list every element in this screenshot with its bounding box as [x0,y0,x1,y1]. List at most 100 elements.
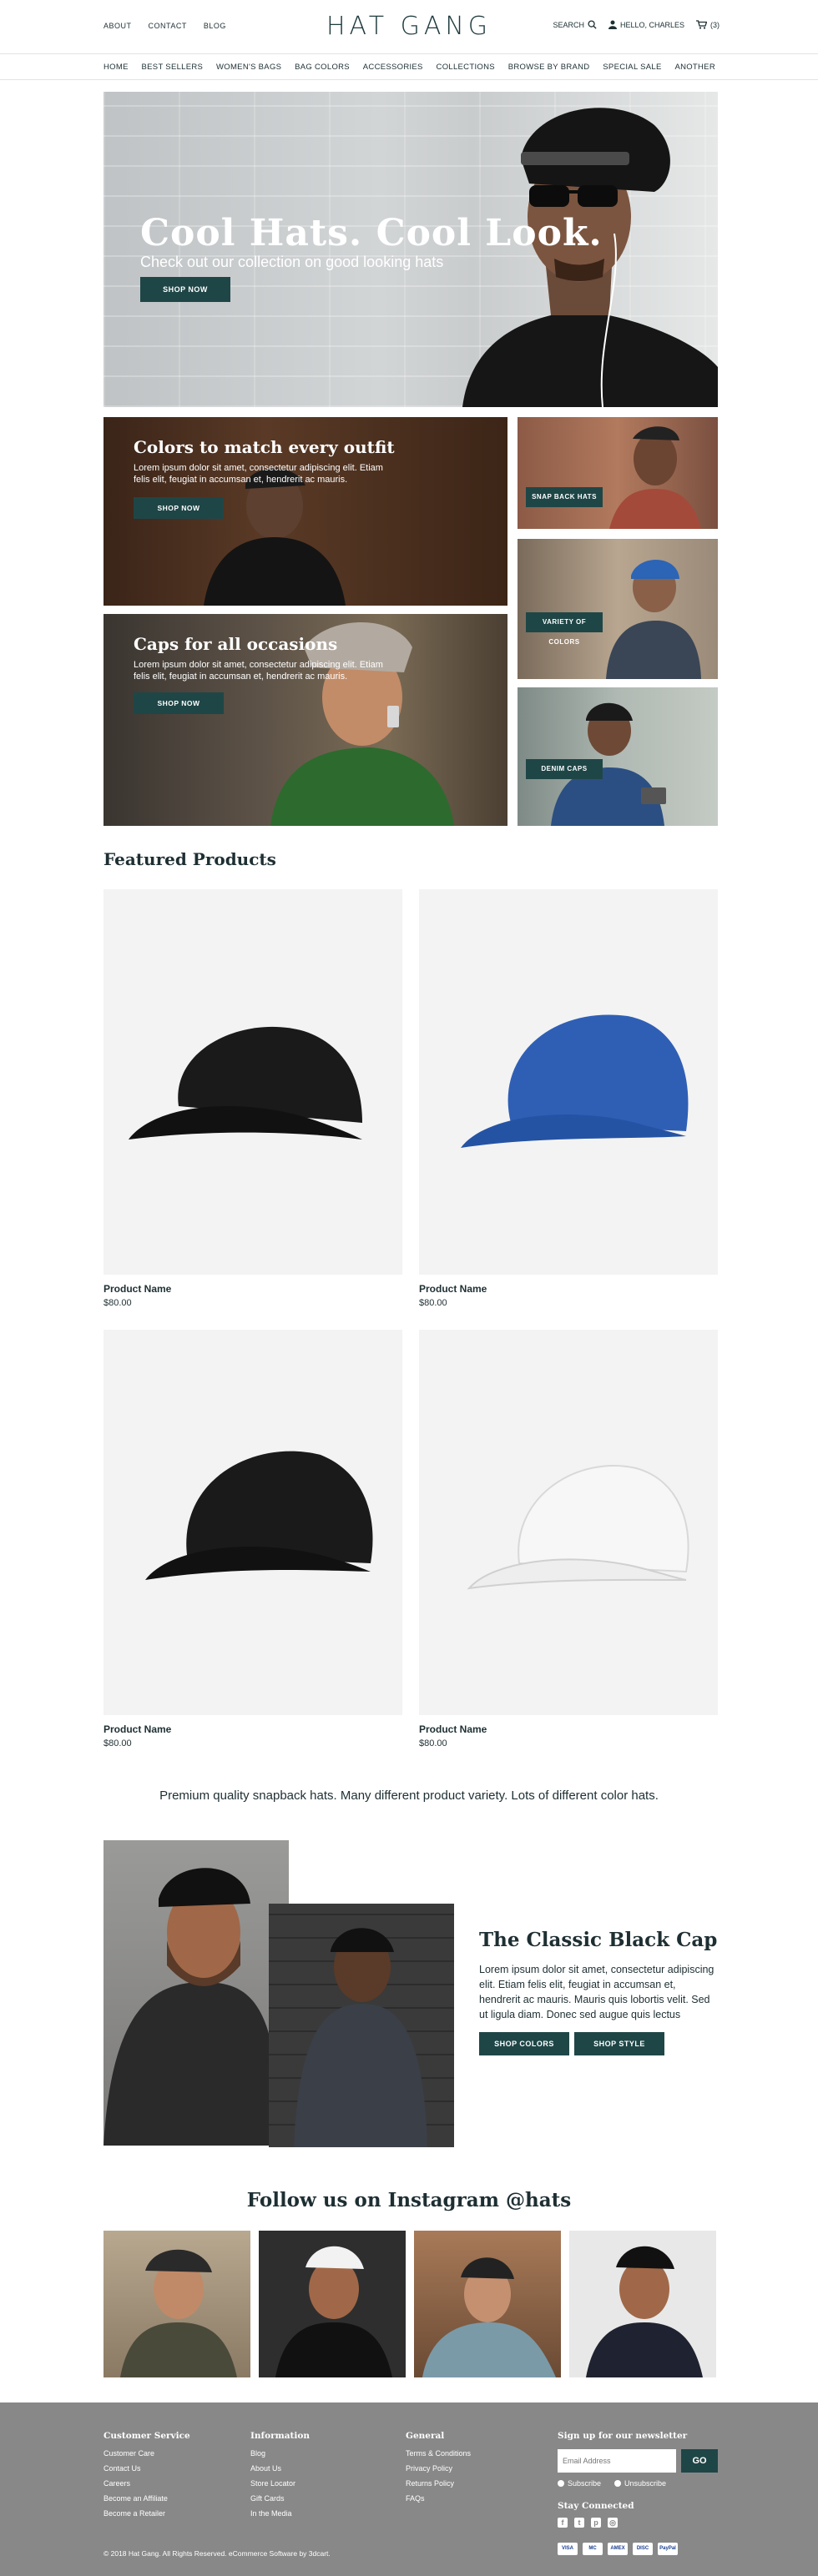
hero-banner: Cool Hats. Cool Look. Check out our coll… [104,92,718,407]
pinterest-icon[interactable]: p [591,2518,601,2528]
footer-link[interactable]: Privacy Policy [406,2461,471,2476]
instagram-title: Follow us on Instagram @hats [246,2189,572,2211]
product-image[interactable] [419,889,718,1275]
facebook-icon[interactable]: f [558,2518,568,2528]
footer-link[interactable]: Become a Retailer [104,2506,190,2521]
tile-colors-shop-now-button[interactable]: SHOP NOW [134,497,224,519]
footer-link[interactable]: In the Media [250,2506,310,2521]
classic-title: The Classic Black Cap [479,1929,718,1951]
nav-best-sellers[interactable]: BEST SELLERS [142,63,204,72]
mastercard-icon: MC [583,2543,603,2555]
shop-style-button[interactable]: SHOP STYLE [574,2032,664,2055]
instagram-photo[interactable] [414,2231,561,2377]
product-card[interactable]: Product Name $80.00 [104,1330,402,1748]
cap-image [461,1014,689,1148]
subscribe-label: Subscribe [568,2479,602,2488]
nav-accessories[interactable]: ACCESSORIES [363,63,423,72]
user-icon [608,20,617,29]
product-image[interactable] [419,1330,718,1715]
denim-caps-button[interactable]: DENIM CAPS [526,759,603,779]
product-name[interactable]: Product Name [104,1723,171,1735]
nav-bag-colors[interactable]: BAG COLORS [295,63,350,72]
instagram-photo[interactable] [569,2231,716,2377]
account-button[interactable]: HELLO, CHARLES [608,20,684,29]
product-card[interactable]: Product Name $80.00 [419,1330,718,1748]
instagram-photo-image [120,2249,237,2377]
product-name[interactable]: Product Name [419,1283,487,1295]
payment-cards: VISA MC AMEX DISC PayPal [558,2543,678,2555]
product-price: $80.00 [419,1738,447,1748]
footer-newsletter: Sign up for our newsletter [558,2431,687,2446]
paypal-icon: PayPal [658,2543,678,2555]
hero-title: Cool Hats. Cool Look. [140,212,603,254]
tile-denim[interactable]: DENIM CAPS [518,687,718,826]
newsletter-email-input[interactable] [558,2449,676,2473]
cap-image [129,1026,362,1140]
footer-link[interactable]: Customer Care [104,2446,190,2461]
nav-special-sale[interactable]: SPECIAL SALE [603,63,661,72]
snapback-hats-button[interactable]: SNAP BACK HATS [526,487,603,507]
twitter-icon[interactable]: t [574,2518,584,2528]
cart-button[interactable]: (3) [696,20,720,29]
product-card[interactable]: Product Name $80.00 [104,889,402,1308]
nav-womens-bags[interactable]: WOMEN'S BAGS [216,63,281,72]
footer-customer-service: Customer Service Customer Care Contact U… [104,2431,190,2521]
product-name[interactable]: Product Name [104,1283,171,1295]
cap-image [145,1451,373,1580]
footer-link[interactable]: Returns Policy [406,2476,471,2491]
product-card[interactable]: Product Name $80.00 [419,889,718,1308]
instagram-photo[interactable] [259,2231,406,2377]
tile-colors[interactable]: Colors to match every outfit Lorem ipsum… [104,417,507,606]
tile-occasions[interactable]: Caps for all occasions Lorem ipsum dolor… [104,614,507,826]
tile-colors-image [204,468,346,606]
variety-of-colors-button[interactable]: VARIETY OF COLORS [526,612,603,646]
tile-variety[interactable]: VARIETY OF COLORS [518,539,718,679]
footer-link[interactable]: FAQs [406,2491,471,2506]
nav-collections[interactable]: COLLECTIONS [437,63,495,72]
subscribe-radio[interactable]: Subscribe [558,2479,601,2488]
product-image[interactable] [104,1330,402,1715]
newsletter-go-button[interactable]: GO [681,2449,718,2473]
tile-snapback[interactable]: SNAP BACK HATS [518,417,718,529]
bearded-man-image [104,1868,280,2146]
footer-link[interactable]: Careers [104,2476,190,2491]
unsubscribe-radio[interactable]: Unsubscribe [614,2479,666,2488]
main-nav: HOME BEST SELLERS WOMEN'S BAGS BAG COLOR… [0,53,818,80]
footer-link[interactable]: About Us [250,2461,310,2476]
hero-shop-now-button[interactable]: SHOP NOW [140,277,230,302]
instagram-photo[interactable] [104,2231,250,2377]
visa-icon: VISA [558,2543,578,2555]
radio-icon [614,2480,621,2487]
hero-subtitle: Check out our collection on good looking… [140,254,444,270]
tagline: Premium quality snapback hats. Many diff… [159,1789,659,1803]
tile-denim-image [551,702,666,826]
footer-link[interactable]: Blog [250,2446,310,2461]
product-name[interactable]: Product Name [419,1723,487,1735]
tile-occasions-title: Caps for all occasions [134,634,338,654]
instagram-photo-image [275,2246,392,2377]
search-label: SEARCH [553,20,584,29]
featured-products-title: Featured Products [104,849,276,869]
footer-link[interactable]: Gift Cards [250,2491,310,2506]
product-image[interactable] [104,889,402,1275]
tile-colors-title: Colors to match every outfit [134,437,395,457]
user-greeting: HELLO, CHARLES [619,20,684,29]
footer-link[interactable]: Contact Us [104,2461,190,2476]
nav-browse-by-brand[interactable]: BROWSE BY BRAND [508,63,590,72]
footer-link[interactable]: Become an Affiliate [104,2491,190,2506]
footer-link[interactable]: Store Locator [250,2476,310,2491]
nav-another[interactable]: ANOTHER [674,63,715,72]
shop-colors-button[interactable]: SHOP COLORS [479,2032,569,2055]
footer-link[interactable]: Terms & Conditions [406,2446,471,2461]
instagram-icon[interactable]: ◎ [608,2518,618,2528]
classic-image-2 [269,1904,454,2147]
search-button[interactable]: SEARCH [553,20,597,29]
footer-information: Information Blog About Us Store Locator … [250,2431,310,2521]
instagram-photo-image [586,2246,703,2377]
product-price: $80.00 [419,1298,447,1308]
nav-home[interactable]: HOME [104,63,129,72]
tile-snapback-image [609,426,701,529]
search-icon [588,20,597,29]
tile-occasions-shop-now-button[interactable]: SHOP NOW [134,692,224,714]
footer-heading: General [406,2431,445,2441]
